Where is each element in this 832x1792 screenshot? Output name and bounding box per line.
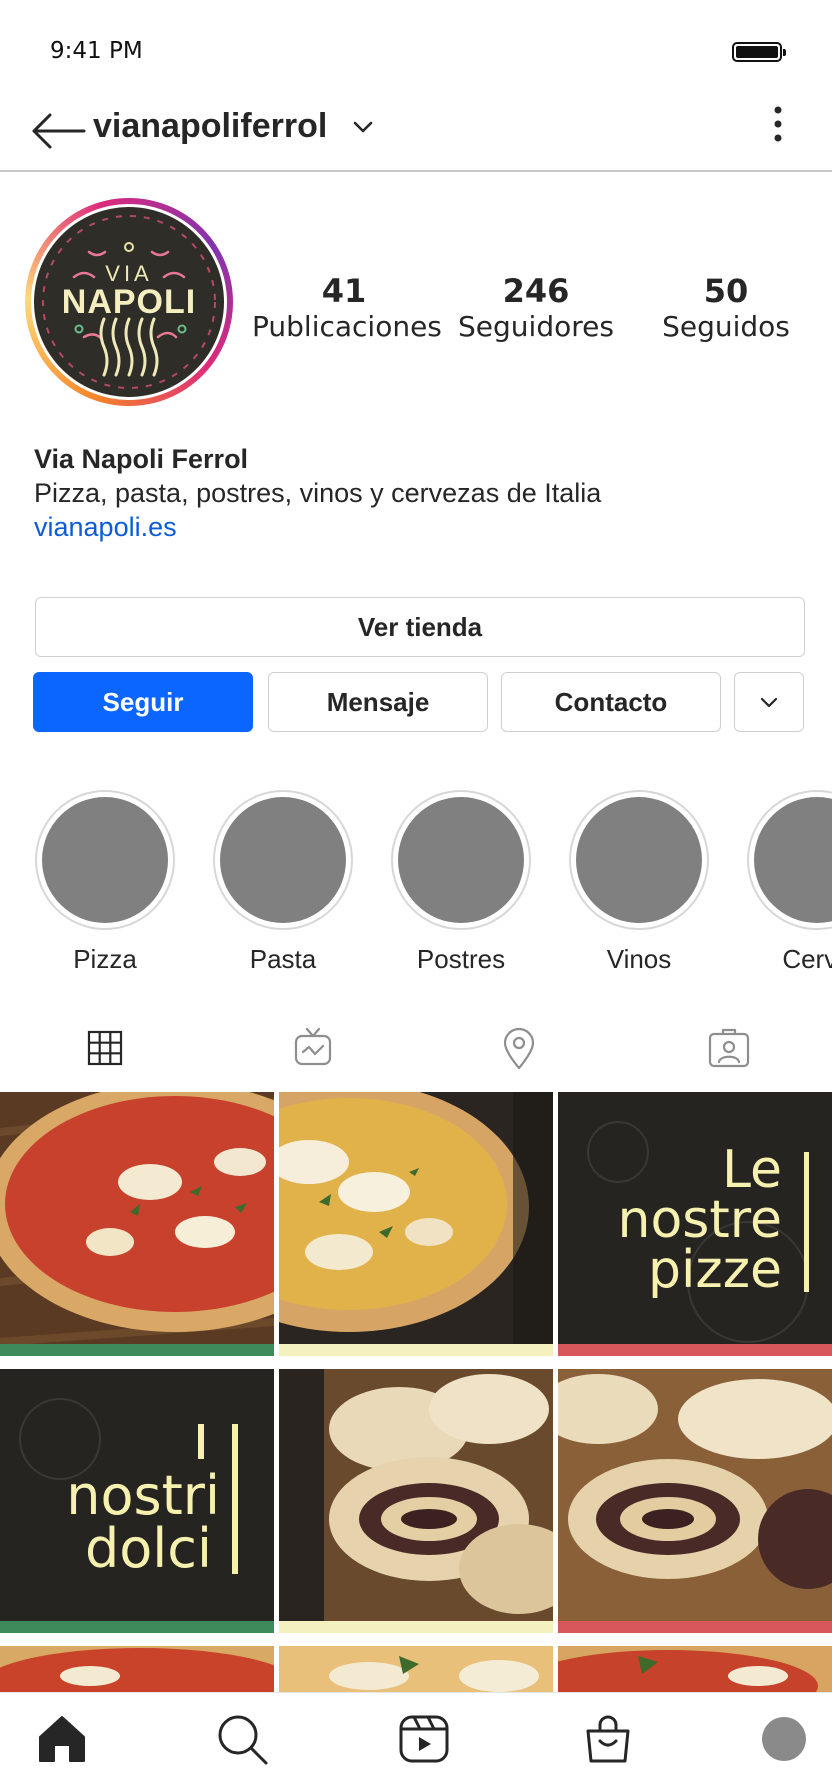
home-icon[interactable] [34,1711,90,1767]
stat-following[interactable]: 50 Seguidos [646,272,806,344]
post-le-nostre-pizze[interactable]: Le nostre pizze [558,1092,832,1364]
post-row3-right[interactable] [558,1646,832,1692]
display-name: Via Napoli Ferrol [34,444,249,474]
highlight-cover [754,797,832,923]
posts-grid: Le nostre pizze nostri dolci [0,1092,832,1692]
stat-followers-label: Seguidores [458,310,614,343]
stat-posts-label: Publicaciones [252,310,442,343]
battery-icon [732,42,786,62]
profile-header: vianapoliferrol [0,100,832,172]
highlight-label: Pasta [249,944,317,974]
post-dolci-left[interactable] [279,1369,553,1641]
highlight-label: Cerve [782,944,832,974]
stat-posts[interactable]: 41 Publicaciones [252,272,442,344]
highlight-label: Pizza [73,944,137,974]
highlight-clip: Cerve [747,790,832,980]
status-bar: 9:41 PM [0,0,832,100]
post-nostri-dolci[interactable]: nostri dolci [0,1369,274,1641]
highlight-label: Postres [416,944,506,974]
post-pizza-right[interactable] [279,1092,553,1364]
profile-avatar[interactable] [762,1717,806,1761]
stat-following-count: 50 [703,272,749,310]
chevron-down-icon[interactable] [350,114,376,140]
username[interactable]: vianapoliferrol [93,106,327,146]
highlight-cover [42,797,168,923]
dolci-title-line2: dolci [85,1517,212,1580]
reels-icon[interactable] [396,1711,452,1767]
post-row3-left[interactable] [0,1646,274,1692]
suggestions-dropdown-button[interactable] [734,672,804,732]
view-shop-button[interactable]: Ver tienda [35,597,805,657]
stat-followers-count: 246 [502,272,570,310]
igtv-icon[interactable] [289,1024,337,1072]
message-button[interactable]: Mensaje [268,672,488,732]
pizze-title-line3: pizze [648,1240,782,1300]
highlight-cover [220,797,346,923]
post-pizza-left[interactable] [0,1092,274,1364]
grid-icon[interactable] [81,1024,129,1072]
chevron-down-icon [760,697,778,708]
tagged-icon[interactable] [705,1024,753,1072]
post-row3-middle[interactable] [279,1646,553,1692]
follow-button[interactable]: Seguir [33,672,253,732]
more-options-icon[interactable] [764,102,792,146]
bottom-navigation [0,1692,832,1792]
post-dolci-right[interactable] [558,1369,832,1641]
search-icon[interactable] [214,1711,270,1767]
stat-following-label: Seguidos [662,310,790,343]
via-napoli-logo: VIA NAPOLI [34,207,224,397]
status-time: 9:41 PM [50,38,143,64]
highlight-vinos[interactable]: Vinos [569,790,709,975]
highlight-cover [398,797,524,923]
stat-followers[interactable]: 246 Seguidores [450,272,622,344]
location-pin-icon[interactable] [495,1024,543,1072]
back-arrow-icon[interactable] [28,106,86,156]
highlight-pasta[interactable]: Pasta [213,790,353,975]
profile-bio: Via Napoli Ferrol Pizza, pasta, postres,… [34,442,814,544]
highlight-pizza[interactable]: Pizza [35,790,175,975]
bio-text: Pizza, pasta, postres, vinos y cervezas … [34,478,602,508]
shop-icon[interactable] [580,1711,636,1767]
stat-posts-count: 41 [321,272,367,310]
bio-link[interactable]: vianapoli.es [34,510,814,544]
profile-picture[interactable]: VIA NAPOLI [25,198,233,406]
highlight-cover [576,797,702,923]
svg-text:NAPOLI: NAPOLI [62,283,196,321]
highlight-cervezas[interactable]: Cerve [747,790,832,975]
highlight-postres[interactable]: Postres [391,790,531,975]
contact-button[interactable]: Contacto [501,672,721,732]
highlight-label: Vinos [606,944,672,974]
